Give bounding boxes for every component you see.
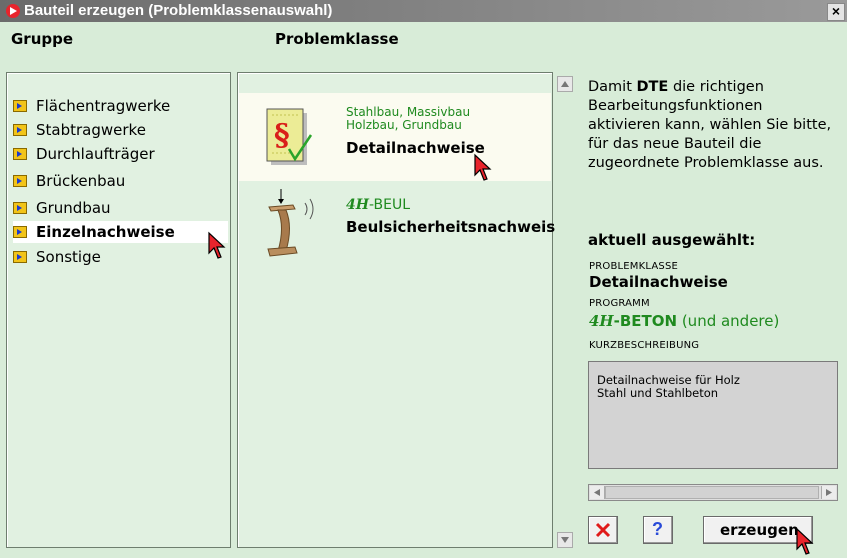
program-code: DTE (636, 79, 669, 95)
red-x-icon (595, 522, 611, 538)
problemklasse-item-detailnachweise[interactable]: § Stahlbau, Massivbau Holzbau, Grundbau … (239, 93, 551, 181)
close-button[interactable]: × (827, 3, 845, 21)
problemklasse-list: § Stahlbau, Massivbau Holzbau, Grundbau … (237, 72, 555, 548)
folder-arrow-icon (13, 202, 27, 214)
gruppe-item-brueckenbau[interactable]: Brückenbau (13, 170, 228, 192)
problemklasse-title: Detailnachweise (346, 139, 485, 157)
gruppe-item-durchlauftraeger[interactable]: Durchlaufträger (13, 143, 228, 165)
question-mark-icon: ? (652, 519, 663, 539)
selected-programm: 4H-BETON (und andere) (589, 312, 779, 330)
create-button-label: erzeugen (720, 521, 799, 539)
gruppe-item-label: Einzelnachweise (36, 223, 175, 241)
kurzbeschreibung-line: Stahl und Stahlbeton (597, 386, 719, 400)
problemklasse-item-beulsicherheitsnachweis[interactable]: 4H-BEUL Beulsicherheitsnachweis (239, 181, 555, 265)
beul-logo: 4H-BEUL (346, 197, 410, 213)
folder-arrow-icon (13, 100, 27, 112)
folder-arrow-icon (13, 148, 27, 160)
mouse-cursor-icon (796, 527, 814, 555)
help-button[interactable]: ? (643, 516, 673, 544)
label-problemklasse: PROBLEMKLASSE (589, 261, 679, 272)
gruppe-item-label: Durchlaufträger (36, 145, 155, 163)
triangle-right-icon (826, 489, 832, 496)
label-kurzbeschreibung: KURZBESCHREIBUNG (589, 340, 700, 351)
selected-heading: aktuell ausgewählt: (588, 231, 756, 249)
gruppe-item-stabtragwerke[interactable]: Stabtragwerke (13, 119, 228, 141)
mouse-cursor-icon (208, 231, 226, 259)
folder-arrow-icon (13, 251, 27, 263)
cancel-button[interactable] (588, 516, 618, 544)
triangle-up-icon (561, 81, 569, 87)
problemklasse-subtitle: Holzbau, Grundbau (346, 118, 462, 132)
scroll-up-button[interactable] (557, 76, 573, 92)
info-text-part: Damit (588, 79, 637, 95)
gruppe-header: Gruppe (11, 30, 74, 48)
program-suffix: (und andere) (677, 312, 780, 330)
kurzbeschreibung-field[interactable]: Detailnachweise für Holz Stahl und Stahl… (588, 361, 838, 469)
triangle-left-icon (594, 489, 600, 496)
scroll-right-button[interactable] (821, 486, 836, 499)
steel-beam-icon (267, 189, 314, 257)
window-title: Bauteil erzeugen (Problemklassenauswahl) (24, 2, 333, 19)
horizontal-scrollbar[interactable] (588, 484, 838, 501)
triangle-down-icon (561, 537, 569, 543)
program-name: -BEUL (368, 197, 411, 213)
gruppe-item-einzelnachweise[interactable]: Einzelnachweise (13, 221, 228, 243)
scroll-down-button[interactable] (557, 532, 573, 548)
folder-arrow-icon (13, 175, 27, 187)
gruppe-item-label: Grundbau (36, 199, 111, 217)
gruppe-item-sonstige[interactable]: Sonstige (13, 246, 228, 268)
scroll-thumb[interactable] (605, 486, 819, 499)
arrow-right-icon (6, 4, 20, 18)
paragraph-document-icon: § (266, 108, 313, 165)
gruppe-item-label: Stabtragwerke (36, 121, 146, 139)
folder-arrow-icon (13, 124, 27, 136)
selected-problemklasse: Detailnachweise (589, 273, 728, 291)
gruppe-item-label: Brückenbau (36, 172, 126, 190)
problemklasse-header: Problemklasse (275, 30, 399, 48)
scroll-left-button[interactable] (590, 486, 605, 499)
gruppe-item-label: Sonstige (36, 248, 101, 266)
gruppe-item-flaechentragwerke[interactable]: Flächentragwerke (13, 95, 228, 117)
vertical-scrollbar[interactable] (557, 76, 573, 548)
title-bar: Bauteil erzeugen (Problemklassenauswahl)… (0, 0, 847, 22)
svg-text:§: § (274, 118, 290, 153)
label-programm: PROGRAMM (589, 298, 650, 309)
gruppe-list: Flächentragwerke Stabtragwerke Durchlauf… (6, 72, 231, 548)
4h-logo-mark: 4H (346, 197, 369, 213)
folder-arrow-icon (13, 226, 27, 238)
problemklasse-title: Beulsicherheitsnachweis (346, 218, 556, 236)
gruppe-item-grundbau[interactable]: Grundbau (13, 197, 228, 219)
gruppe-item-label: Flächentragwerke (36, 97, 171, 115)
program-name: -BETON (613, 312, 678, 330)
info-text: Damit DTE die richtigen Bearbeitungsfunk… (588, 78, 838, 173)
mouse-cursor-icon (474, 153, 492, 181)
4h-logo-mark: 4H (589, 312, 614, 330)
